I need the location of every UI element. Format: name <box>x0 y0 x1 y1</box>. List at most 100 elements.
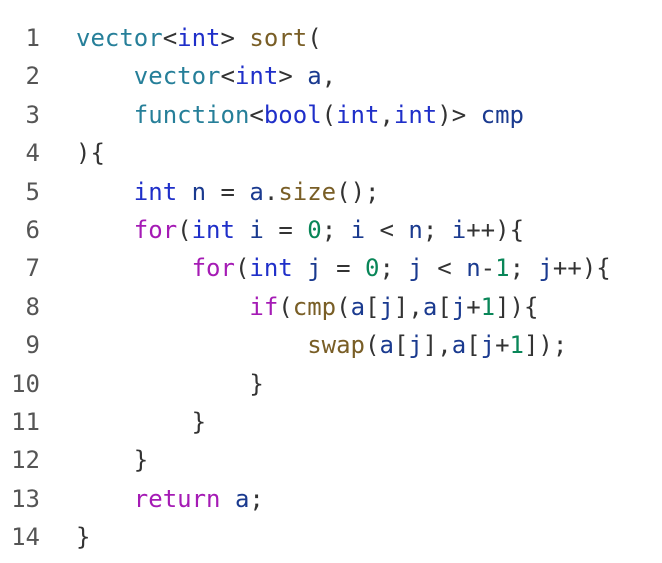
code-token: j <box>408 254 423 283</box>
code-token: } <box>76 523 91 552</box>
line-number: 12 <box>11 446 40 475</box>
line-code: int n = a.size(); <box>76 173 380 211</box>
line-number: 13 <box>11 484 40 513</box>
code-token: swap <box>307 331 365 360</box>
code-token: return <box>133 484 221 513</box>
code-token: > <box>220 24 250 52</box>
code-token: i <box>451 215 467 244</box>
code-token: n <box>191 177 207 206</box>
code-token: j <box>307 254 322 283</box>
code-token: vector <box>76 24 163 52</box>
line-number: 9 <box>25 331 40 360</box>
code-token: n <box>408 215 423 244</box>
code-token: size <box>278 177 337 206</box>
code-token: int <box>393 100 438 129</box>
line-number: 1 <box>25 24 40 52</box>
code-token: - <box>480 254 496 283</box>
line-code: swap(a[j],a[j+1]); <box>76 326 567 364</box>
code-token: ( <box>278 292 293 321</box>
code-token: + <box>466 292 481 321</box>
code-token: = <box>263 215 308 244</box>
code-token: (); <box>336 177 380 206</box>
line-code: ){ <box>76 134 105 172</box>
code-token: ( <box>364 331 380 360</box>
code-token: < <box>365 215 409 244</box>
code-token: , <box>379 100 394 129</box>
code-token: int <box>133 177 178 206</box>
code-token: ; <box>509 254 539 283</box>
code-token: < <box>422 254 467 283</box>
code-token: < <box>249 100 264 129</box>
code-token: [ <box>393 331 409 360</box>
code-token: ( <box>307 24 322 52</box>
code-token: )> <box>437 100 481 129</box>
code-token: ++){ <box>466 215 525 244</box>
code-token: ], <box>393 292 423 321</box>
line-number: 6 <box>25 215 40 244</box>
code-token: cmp <box>480 100 524 129</box>
line-number: 7 <box>25 254 40 283</box>
line-number: 3 <box>25 100 40 129</box>
code-token: ]){ <box>495 292 539 321</box>
code-token: ( <box>336 292 351 321</box>
code-token: > <box>278 62 308 91</box>
code-token: 1 <box>480 292 496 321</box>
code-token: j <box>379 292 394 321</box>
code-token: int <box>177 24 221 52</box>
code-token: [ <box>466 331 481 360</box>
line-code: for(int j = 0; j < n-1; j++){ <box>76 249 611 287</box>
code-token: j <box>408 331 423 360</box>
code-token: int <box>234 62 279 91</box>
line-number: 11 <box>11 407 40 436</box>
code-token: ; <box>321 215 351 244</box>
code-token: ; <box>249 484 264 513</box>
code-token: ], <box>422 331 452 360</box>
line-code: return a; <box>76 480 264 518</box>
code-token: 0 <box>307 215 322 244</box>
line-code: } <box>76 518 90 556</box>
code-token: } <box>133 446 149 475</box>
code-editor[interactable]: 1 vector<int> sort(2 vector<int> a, 3 func… <box>0 0 662 563</box>
code-token: a <box>379 331 394 360</box>
code-token: [ <box>437 292 452 321</box>
code-token: < <box>162 24 178 52</box>
code-token: sort <box>249 24 308 52</box>
line-code: if(cmp(a[j],a[j+1]){ <box>76 288 538 326</box>
code-token: cmp <box>292 292 337 321</box>
code-token: vector <box>133 62 221 91</box>
code-token: ; <box>422 215 452 244</box>
code-token: int <box>249 254 293 283</box>
code-token: + <box>495 331 510 360</box>
code-token: ; <box>379 254 409 283</box>
code-token: ){ <box>76 139 105 168</box>
code-token: 1 <box>495 254 510 283</box>
code-token: ++){ <box>552 254 611 283</box>
code-token: for <box>191 254 235 283</box>
code-token: int <box>336 100 380 129</box>
line-number: 5 <box>25 177 40 206</box>
code-token: a <box>422 292 438 321</box>
line-number: 4 <box>25 139 40 168</box>
code-token: ]); <box>523 331 568 360</box>
code-token: j <box>538 254 553 283</box>
code-token: if <box>249 292 279 321</box>
code-token: for <box>133 215 178 244</box>
code-token: ( <box>177 215 192 244</box>
line-number: 14 <box>11 523 40 552</box>
code-token: j <box>480 331 496 360</box>
line-code: vector<int> sort( <box>76 19 322 57</box>
code-token: 1 <box>509 331 524 360</box>
code-token: function <box>133 100 250 129</box>
